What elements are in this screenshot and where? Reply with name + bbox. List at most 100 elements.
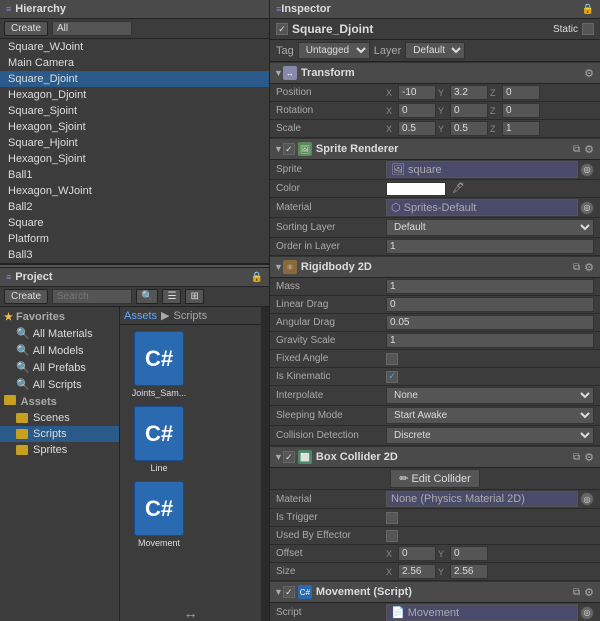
- edit-collider-button[interactable]: ✏ Edit Collider: [390, 469, 480, 488]
- material-row: Material ⬡ Sprites-Default ◎: [270, 198, 600, 218]
- asset-item[interactable]: C# Movement: [124, 479, 194, 550]
- fixed-angle-checkbox[interactable]: [386, 353, 398, 365]
- position-y-input[interactable]: [450, 85, 488, 100]
- transform-gear-button[interactable]: ⚙: [582, 67, 596, 80]
- script-select-button[interactable]: ◎: [580, 606, 594, 620]
- collision-dropdown[interactable]: Discrete: [386, 427, 594, 444]
- mass-input[interactable]: [386, 279, 594, 294]
- scenes-item[interactable]: Scenes: [0, 410, 119, 426]
- horizontal-resize-handle[interactable]: ↔: [184, 605, 198, 621]
- inspector-lock-icon[interactable]: 🔒: [582, 4, 594, 15]
- is-kinematic-checkbox[interactable]: [386, 371, 398, 383]
- list-item[interactable]: Ball3: [0, 247, 269, 263]
- rigidbody2d-gear-button[interactable]: ⚙: [582, 261, 596, 274]
- transform-header[interactable]: ▼ ↔ Transform ⚙: [270, 62, 600, 84]
- script-icon: 📄: [391, 606, 405, 619]
- size-x-input[interactable]: [398, 564, 436, 579]
- offset-y-input[interactable]: [450, 546, 488, 561]
- list-item[interactable]: Hexagon_Sjoint: [0, 151, 269, 167]
- rigidbody2d-header[interactable]: ▼ ⚛ Rigidbody 2D ⧉ ⚙: [270, 256, 600, 278]
- list-item[interactable]: Square_Djoint: [0, 71, 269, 87]
- is-trigger-checkbox[interactable]: [386, 512, 398, 524]
- sorting-layer-dropdown[interactable]: Default: [386, 219, 594, 236]
- all-prefabs-item[interactable]: 🔍 All Prefabs: [0, 359, 119, 376]
- list-item[interactable]: Square_Sjoint: [0, 103, 269, 119]
- project-create-button[interactable]: Create: [4, 289, 48, 304]
- interpolate-dropdown[interactable]: None: [386, 387, 594, 404]
- list-item[interactable]: Hexagon_Djoint: [0, 87, 269, 103]
- list-item[interactable]: Hexagon_WJoint: [0, 183, 269, 199]
- sleeping-mode-dropdown[interactable]: Start Awake: [386, 407, 594, 424]
- project-search-input[interactable]: [52, 289, 132, 304]
- box-collider2d-copy-button[interactable]: ⧉: [571, 452, 582, 463]
- material-select-button[interactable]: ◎: [580, 201, 594, 215]
- offset-x-input[interactable]: [398, 546, 436, 561]
- list-item[interactable]: Square: [0, 215, 269, 231]
- sprite-renderer-header[interactable]: ▼ 🖼 Sprite Renderer ⧉ ⚙: [270, 138, 600, 160]
- rotation-z-input[interactable]: [502, 103, 540, 118]
- search-button[interactable]: 🔍: [136, 289, 158, 304]
- list-item[interactable]: Platform: [0, 231, 269, 247]
- static-checkbox[interactable]: [582, 23, 594, 35]
- scripts-item[interactable]: Scripts: [0, 426, 119, 442]
- scale-y-input[interactable]: [450, 121, 488, 136]
- list-item[interactable]: Square_WJoint: [0, 39, 269, 55]
- used-by-effector-checkbox[interactable]: [386, 530, 398, 542]
- sprite-renderer-active[interactable]: [283, 143, 295, 155]
- rotation-y-input[interactable]: [450, 103, 488, 118]
- color-swatch[interactable]: [386, 182, 446, 196]
- sprite-renderer-copy-button[interactable]: ⧉: [571, 144, 582, 155]
- order-in-layer-row: Order in Layer: [270, 238, 600, 256]
- list-item[interactable]: Main Camera: [0, 55, 269, 71]
- sprites-item[interactable]: Sprites: [0, 442, 119, 458]
- script-value: 📄 Movement: [386, 604, 578, 621]
- box-collider2d-gear-button[interactable]: ⚙: [582, 451, 596, 464]
- search-small-icon: 🔍: [16, 361, 30, 374]
- lock-icon[interactable]: 🔒: [251, 272, 263, 283]
- box-collider-active[interactable]: [283, 451, 295, 463]
- color-picker-button[interactable]: 🖊: [450, 183, 467, 194]
- asset-item[interactable]: C# Joints_Sam...: [124, 329, 194, 400]
- rigidbody2d-copy-button[interactable]: ⧉: [571, 262, 582, 273]
- layout-button[interactable]: ☰: [162, 289, 181, 304]
- position-x-input[interactable]: [398, 85, 436, 100]
- all-scripts-item[interactable]: 🔍 All Scripts: [0, 376, 119, 393]
- asset-item[interactable]: C# Line: [124, 404, 194, 475]
- movement-script-title: Movement (Script): [316, 586, 571, 598]
- box-collider2d-header[interactable]: ▼ ⬜ Box Collider 2D ⧉ ⚙: [270, 446, 600, 468]
- list-item[interactable]: Ball2: [0, 199, 269, 215]
- rotation-x-input[interactable]: [398, 103, 436, 118]
- list-item[interactable]: Hexagon_Sjoint: [0, 119, 269, 135]
- columns-button[interactable]: ⊞: [185, 289, 203, 304]
- order-input[interactable]: [386, 239, 594, 254]
- rotation-value: X Y Z: [386, 103, 594, 118]
- size-y-input[interactable]: [450, 564, 488, 579]
- layer-dropdown[interactable]: Default: [405, 42, 465, 59]
- sprite-renderer-gear-button[interactable]: ⚙: [582, 143, 596, 156]
- all-materials-item[interactable]: 🔍 All Materials: [0, 325, 119, 342]
- script-row: Script 📄 Movement ◎: [270, 603, 600, 621]
- movement-script-active[interactable]: [283, 586, 295, 598]
- collider-material-select-button[interactable]: ◎: [580, 492, 594, 506]
- list-item[interactable]: Square_Hjoint: [0, 135, 269, 151]
- movement-script-copy-button[interactable]: ⧉: [571, 587, 582, 598]
- collider-material-label: Material: [276, 494, 386, 505]
- sprite-select-button[interactable]: ◎: [580, 163, 594, 177]
- linear-drag-input[interactable]: [386, 297, 594, 312]
- movement-script-gear-button[interactable]: ⚙: [582, 586, 596, 599]
- gravity-scale-input[interactable]: [386, 333, 594, 348]
- movement-script-header[interactable]: ▼ C# Movement (Script) ⧉ ⚙: [270, 581, 600, 603]
- hierarchy-create-button[interactable]: Create: [4, 21, 48, 36]
- scale-z-input[interactable]: [502, 121, 540, 136]
- scale-x-input[interactable]: [398, 121, 436, 136]
- object-active-checkbox[interactable]: [276, 23, 288, 35]
- project-panel: ≡ Project 🔒 Create 🔍 ☰ ⊞ ★ Favorites 🔍: [0, 268, 269, 621]
- project-scrollbar[interactable]: [261, 307, 269, 621]
- box-collider2d-title: Box Collider 2D: [316, 451, 571, 463]
- all-models-item[interactable]: 🔍 All Models: [0, 342, 119, 359]
- angular-drag-input[interactable]: [386, 315, 594, 330]
- tag-dropdown[interactable]: Untagged: [298, 42, 370, 59]
- list-item[interactable]: Ball1: [0, 167, 269, 183]
- hierarchy-search-input[interactable]: [52, 21, 132, 36]
- position-z-input[interactable]: [502, 85, 540, 100]
